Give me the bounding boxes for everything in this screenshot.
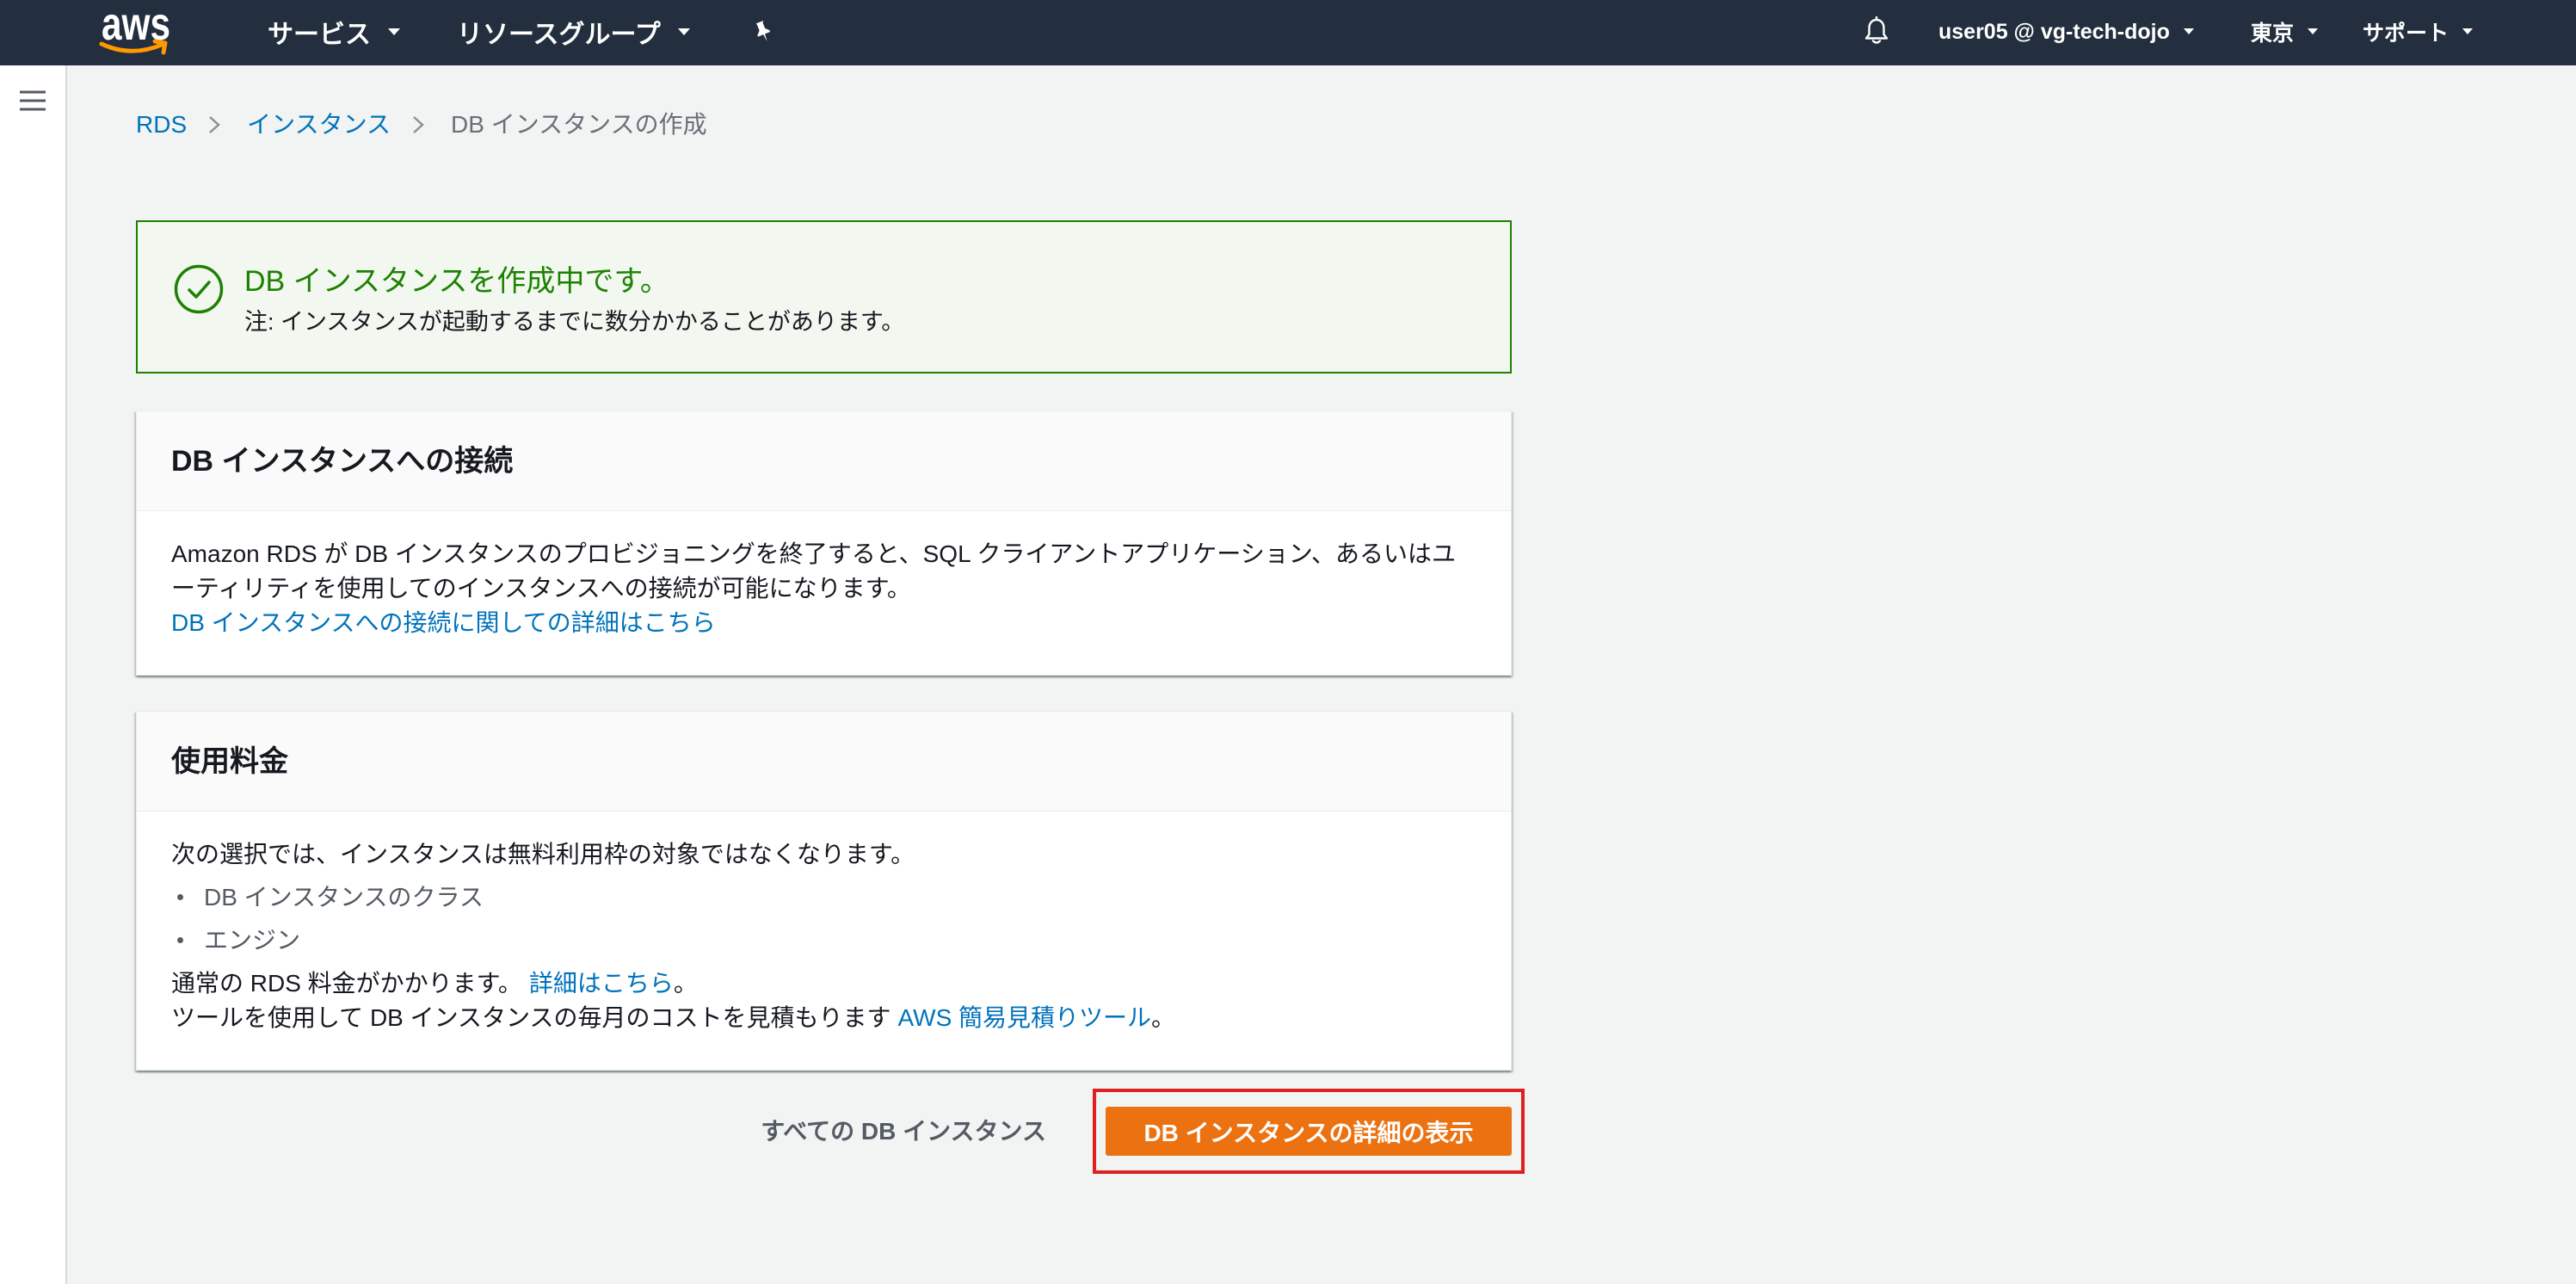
- pricing-panel-header: 使用料金: [137, 712, 1511, 812]
- view-db-instance-details-button[interactable]: DB インスタンスの詳細の表示: [1106, 1107, 1512, 1156]
- calculator-line: ツールを使用して DB インスタンスの毎月のコストを見積もります AWS 簡易見積…: [171, 1001, 1476, 1035]
- main-content: RDS インスタンス DB インスタンスの作成 DB インスタンスを作成中です。…: [136, 65, 1525, 1174]
- alert-message: 注: インスタンスが起動するまでに数分かかることがあります。: [244, 309, 905, 335]
- highlight-box: DB インスタンスの詳細の表示: [1093, 1089, 1525, 1174]
- collapsed-sidebar: [0, 65, 67, 1284]
- top-navigation-bar: aws サービス リソースグループ user05 @ vg-tech-dojo …: [0, 0, 2576, 65]
- success-alert: DB インスタンスを作成中です。 注: インスタンスが起動するまでに数分かかるこ…: [136, 220, 1512, 373]
- region-label: 東京: [2251, 22, 2295, 46]
- all-db-instances-button[interactable]: すべての DB インスタンス: [761, 1114, 1046, 1149]
- fees-text: 通常の RDS 料金がかかります。: [171, 970, 522, 997]
- aws-calculator-link[interactable]: AWS 簡易見積りツール: [898, 1004, 1152, 1031]
- caret-down-icon: [2462, 28, 2474, 34]
- breadcrumb-rds-link[interactable]: RDS: [136, 108, 187, 142]
- pricing-panel: 使用料金 次の選択では、インスタンスは無料利用枠の対象ではなくなります。 DB …: [136, 711, 1512, 1071]
- aws-logo[interactable]: aws: [96, 3, 179, 60]
- account-label: user05 @ vg-tech-dojo: [1938, 19, 2170, 44]
- caret-down-icon: [677, 28, 690, 35]
- pricing-intro: 次の選択では、インスタンスは無料利用枠の対象ではなくなります。: [171, 841, 915, 867]
- connect-panel-header: DB インスタンスへの接続: [137, 411, 1511, 511]
- breadcrumb-current-page: DB インスタンスの作成: [451, 111, 707, 138]
- calculator-suffix: 。: [1151, 1004, 1176, 1031]
- caret-down-icon: [388, 28, 400, 35]
- list-item: エンジン: [177, 923, 1476, 958]
- pricing-bullet-list: DB インスタンスのクラス エンジン: [171, 880, 1476, 958]
- calculator-text: ツールを使用して DB インスタンスの毎月のコストを見積もります: [171, 1004, 891, 1031]
- action-buttons-row: すべての DB インスタンス DB インスタンスの詳細の表示: [136, 1089, 1525, 1174]
- connect-panel-title: DB インスタンスへの接続: [171, 444, 514, 478]
- breadcrumb: RDS インスタンス DB インスタンスの作成: [136, 108, 1512, 142]
- pricing-panel-body: 次の選択では、インスタンスは無料利用枠の対象ではなくなります。 DB インスタン…: [137, 812, 1511, 1070]
- connect-description: Amazon RDS が DB インスタンスのプロビジョニングを終了すると、SQ…: [171, 540, 1457, 602]
- list-item: DB インスタンスのクラス: [177, 880, 1476, 915]
- resource-groups-label: リソースグループ: [457, 21, 661, 49]
- region-menu[interactable]: 東京: [2251, 0, 2319, 64]
- services-label: サービス: [268, 21, 371, 49]
- fees-suffix: 。: [673, 970, 698, 997]
- pin-icon[interactable]: [753, 20, 773, 44]
- connect-details-link[interactable]: DB インスタンスへの接続に関しての詳細はこちら: [171, 609, 716, 636]
- resource-groups-menu[interactable]: リソースグループ: [457, 0, 690, 64]
- support-menu[interactable]: サポート: [2363, 0, 2474, 64]
- pricing-panel-title: 使用料金: [171, 744, 288, 778]
- caret-down-icon: [2308, 28, 2319, 34]
- connect-panel: DB インスタンスへの接続 Amazon RDS が DB インスタンスのプロビ…: [136, 411, 1512, 676]
- pricing-details-link[interactable]: 詳細はこちら: [529, 970, 674, 997]
- check-circle-icon: [174, 264, 224, 314]
- chevron-right-icon: [413, 116, 424, 133]
- breadcrumb-instances-link[interactable]: インスタンス: [247, 108, 391, 142]
- connect-panel-body: Amazon RDS が DB インスタンスのプロビジョニングを終了すると、SQ…: [137, 511, 1511, 675]
- chevron-right-icon: [209, 116, 220, 133]
- support-label: サポート: [2363, 22, 2450, 46]
- caret-down-icon: [2183, 28, 2194, 34]
- alert-title: DB インスタンスを作成中です。: [244, 265, 669, 298]
- fees-line: 通常の RDS 料金がかかります。 詳細はこちら。: [171, 966, 1476, 1001]
- connect-link-row: DB インスタンスへの接続に関しての詳細はこちら: [171, 606, 1476, 640]
- bell-icon[interactable]: [1864, 16, 1889, 46]
- account-menu[interactable]: user05 @ vg-tech-dojo: [1938, 0, 2194, 64]
- services-menu[interactable]: サービス: [268, 0, 400, 64]
- hamburger-icon[interactable]: [20, 90, 46, 111]
